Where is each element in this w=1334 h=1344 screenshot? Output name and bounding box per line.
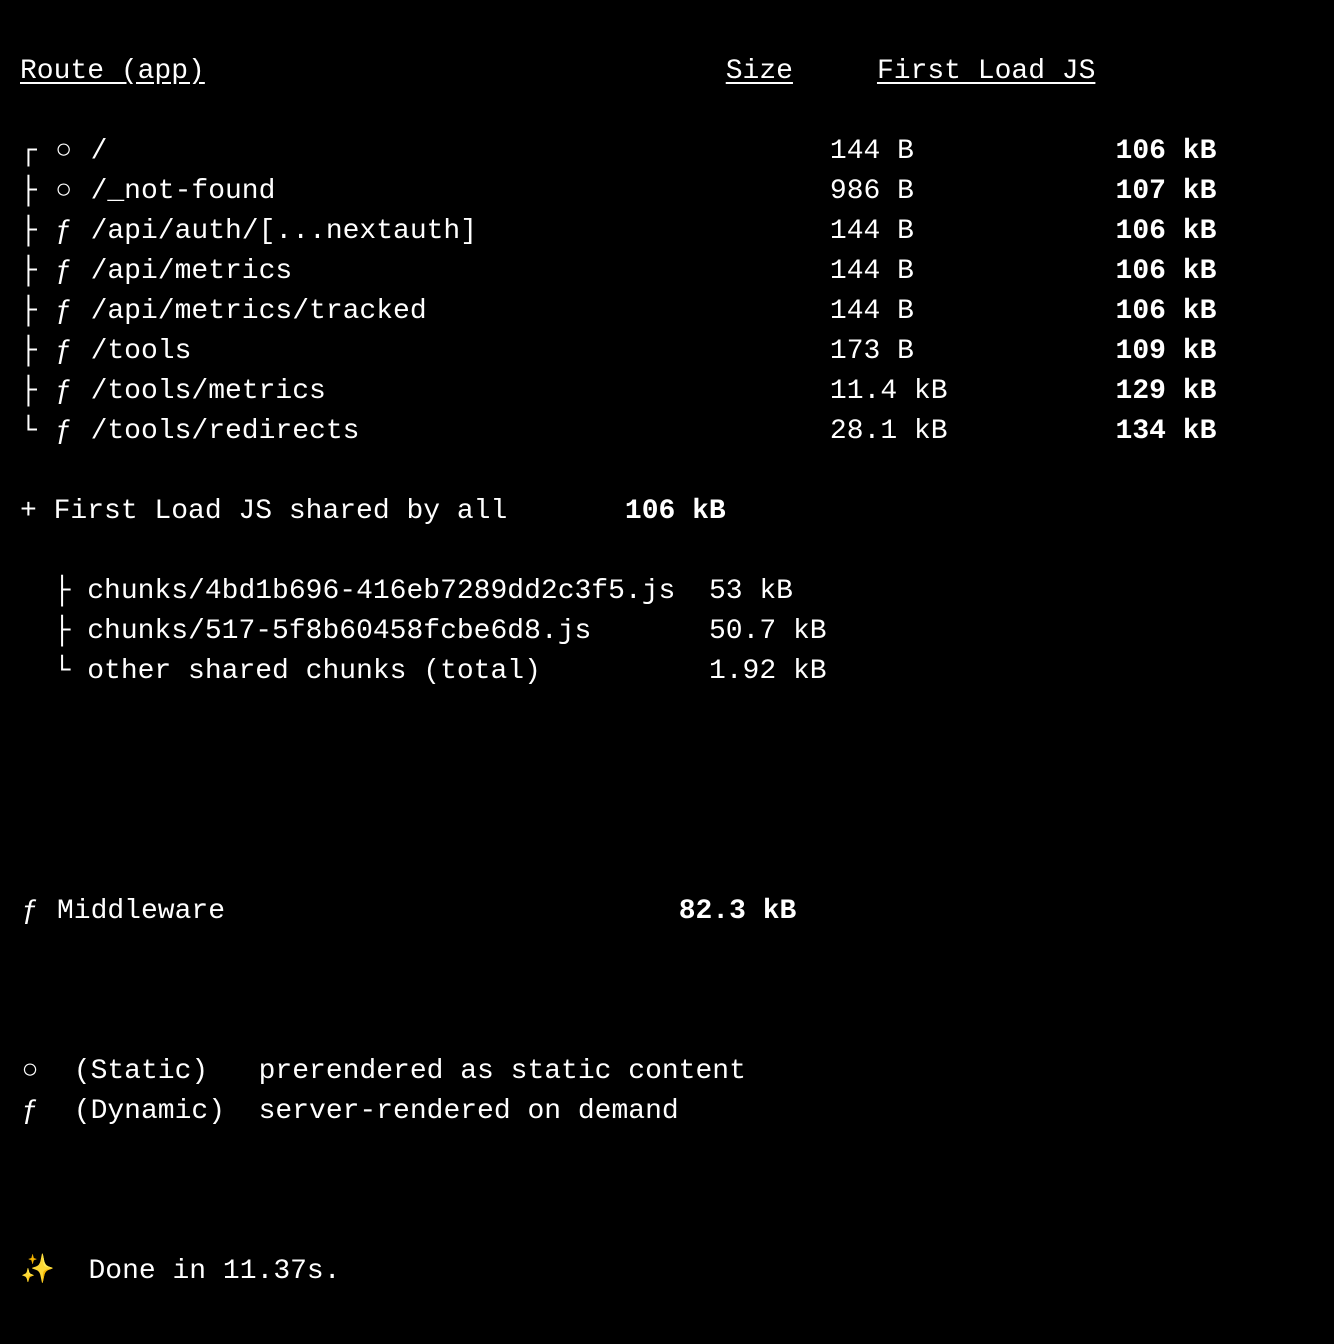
tree-icon: ├ xyxy=(20,296,54,327)
tree-icon: └ xyxy=(20,416,54,447)
static-icon: ○ xyxy=(54,172,74,212)
chunk-size: 53 kB xyxy=(709,576,793,607)
route-size: 144 B xyxy=(830,136,998,167)
static-icon: ○ xyxy=(54,132,74,172)
route-row: ├ ƒ /tools/metrics 11.4 kB 129 kB xyxy=(20,372,1314,412)
header-size: Size xyxy=(726,56,793,87)
header-row: Route (app) Size First Load JS xyxy=(20,52,1314,92)
dynamic-icon: ƒ xyxy=(20,1092,40,1132)
route-size: 986 B xyxy=(830,176,998,207)
dynamic-icon: ƒ xyxy=(20,892,40,932)
route-first-load: 106 kB xyxy=(998,216,1216,247)
route-first-load: 106 kB xyxy=(998,296,1216,327)
route-row: └ ƒ /tools/redirects 28.1 kB 134 kB xyxy=(20,412,1314,452)
shared-size: 106 kB xyxy=(625,492,810,532)
route-path: /tools/redirects xyxy=(91,416,830,447)
dynamic-icon: ƒ xyxy=(54,212,74,252)
route-first-load: 106 kB xyxy=(998,136,1216,167)
route-size: 11.4 kB xyxy=(830,376,998,407)
chunk-name: other shared chunks (total) xyxy=(87,656,692,687)
chunk-size: 1.92 kB xyxy=(709,656,827,687)
route-size: 173 B xyxy=(830,336,998,367)
route-row: ├ ƒ /api/auth/[...nextauth] 144 B 106 kB xyxy=(20,212,1314,252)
sparkles-icon: ✨ xyxy=(20,1256,55,1287)
tree-icon: ├ xyxy=(20,616,87,647)
route-first-load: 134 kB xyxy=(998,416,1216,447)
tree-icon: └ xyxy=(20,656,87,687)
route-size: 144 B xyxy=(830,216,998,247)
chunk-name: chunks/4bd1b696-416eb7289dd2c3f5.js xyxy=(87,576,692,607)
route-size: 144 B xyxy=(830,256,998,287)
route-path: /_not-found xyxy=(91,176,830,207)
dynamic-icon: ƒ xyxy=(54,332,74,372)
route-row: ├ ƒ /api/metrics 144 B 106 kB xyxy=(20,252,1314,292)
chunk-name: chunks/517-5f8b60458fcbe6d8.js xyxy=(87,616,692,647)
tree-icon: ├ xyxy=(20,576,87,607)
route-first-load: 109 kB xyxy=(998,336,1216,367)
header-route: Route (app) xyxy=(20,56,205,87)
route-path: /api/auth/[...nextauth] xyxy=(91,216,830,247)
legend-row: ○ (Static) prerendered as static content xyxy=(20,1052,1314,1092)
dynamic-icon: ƒ xyxy=(54,292,74,332)
tree-icon: ├ xyxy=(20,176,54,207)
dynamic-icon: ƒ xyxy=(54,372,74,412)
static-icon: ○ xyxy=(20,1052,40,1092)
chunk-size: 50.7 kB xyxy=(709,616,827,647)
shared-label: + First Load JS shared by all xyxy=(20,492,625,532)
route-path: /tools xyxy=(91,336,830,367)
tree-icon: ├ xyxy=(20,376,54,407)
middleware-row: ƒ Middleware 82.3 kB xyxy=(20,892,1314,932)
tree-icon: ├ xyxy=(20,256,54,287)
chunk-row: ├ chunks/4bd1b696-416eb7289dd2c3f5.js 53… xyxy=(20,572,1314,612)
legend-name: (Dynamic) xyxy=(74,1096,259,1127)
route-size: 144 B xyxy=(830,296,998,327)
route-path: /api/metrics xyxy=(91,256,830,287)
route-first-load: 106 kB xyxy=(998,256,1216,287)
shared-row: + First Load JS shared by all106 kB xyxy=(20,492,1314,532)
route-first-load: 107 kB xyxy=(998,176,1216,207)
legend-desc: prerendered as static content xyxy=(259,1056,746,1087)
route-size: 28.1 kB xyxy=(830,416,998,447)
tree-icon: ├ xyxy=(20,216,54,247)
route-first-load: 129 kB xyxy=(998,376,1216,407)
tree-icon: ┌ xyxy=(20,136,54,167)
route-row: ┌ ○ / 144 B 106 kB xyxy=(20,132,1314,172)
route-path: /tools/metrics xyxy=(91,376,830,407)
route-row: ├ ○ /_not-found 986 B 107 kB xyxy=(20,172,1314,212)
terminal-output: Route (app) Size First Load JS ┌ ○ / 144… xyxy=(0,0,1334,1344)
dynamic-icon: ƒ xyxy=(54,412,74,452)
middleware-size: 82.3 kB xyxy=(679,896,797,927)
header-first-load: First Load JS xyxy=(877,56,1095,87)
route-path: /api/metrics/tracked xyxy=(91,296,830,327)
tree-icon: ├ xyxy=(20,336,54,367)
legend-row: ƒ (Dynamic) server-rendered on demand xyxy=(20,1092,1314,1132)
chunk-row: └ other shared chunks (total) 1.92 kB xyxy=(20,652,1314,692)
legend-desc: server-rendered on demand xyxy=(259,1096,679,1127)
route-row: ├ ƒ /tools 173 B 109 kB xyxy=(20,332,1314,372)
middleware-label: Middleware xyxy=(57,896,225,927)
dynamic-icon: ƒ xyxy=(54,252,74,292)
chunk-row: ├ chunks/517-5f8b60458fcbe6d8.js 50.7 kB xyxy=(20,612,1314,652)
done-row: ✨ Done in 11.37s. xyxy=(20,1252,1314,1292)
route-row: ├ ƒ /api/metrics/tracked 144 B 106 kB xyxy=(20,292,1314,332)
legend-name: (Static) xyxy=(74,1056,259,1087)
route-path: / xyxy=(91,136,830,167)
done-text: Done in 11.37s. xyxy=(88,1256,340,1287)
